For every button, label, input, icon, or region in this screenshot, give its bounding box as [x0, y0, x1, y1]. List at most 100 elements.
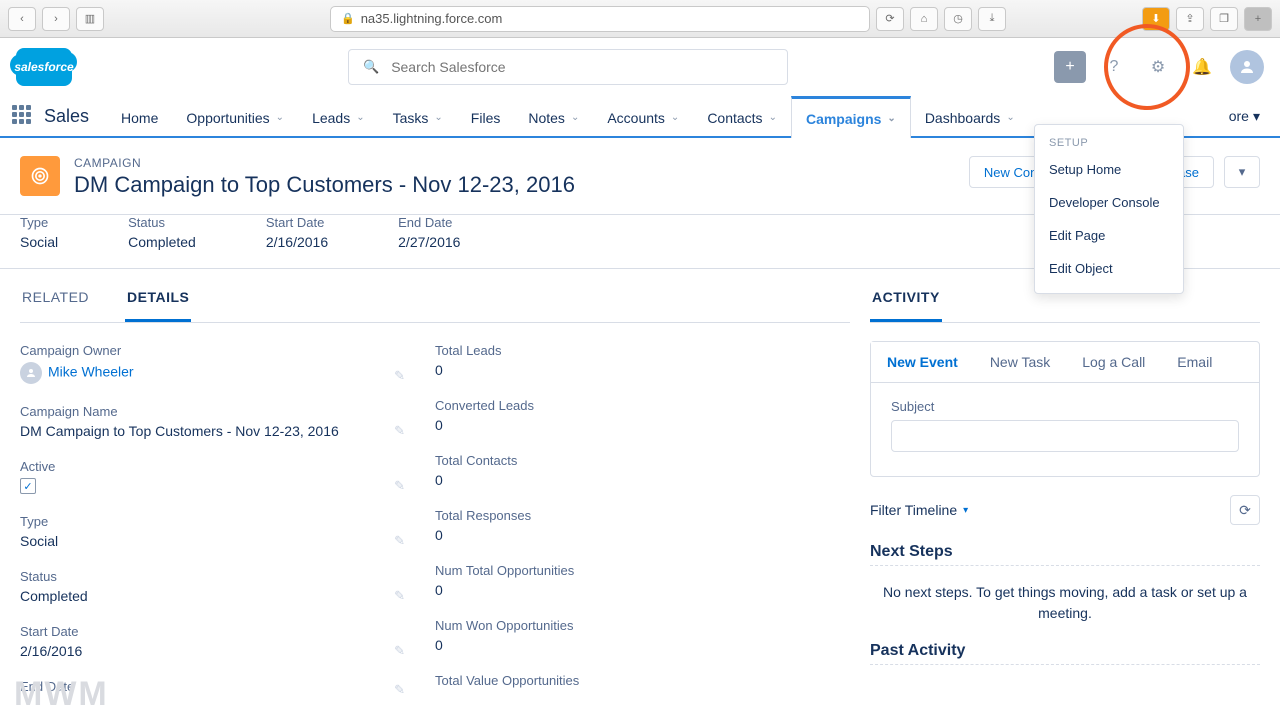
nav-tab-contacts[interactable]: Contacts⌄ [693, 96, 791, 136]
edit-icon[interactable]: ✎ [388, 368, 411, 384]
lock-icon: 🔒 [341, 12, 355, 25]
campaign-icon [20, 156, 60, 196]
nav-tab-files[interactable]: Files [457, 96, 515, 136]
subject-label: Subject [891, 399, 1239, 414]
edit-icon[interactable]: ✎ [388, 588, 411, 604]
address-bar[interactable]: 🔒 na35.lightning.force.com [330, 6, 870, 32]
salesforce-logo[interactable]: salesforce [16, 48, 72, 86]
field-row: End Date✎ [20, 679, 411, 698]
field-row: Active✓✎ [20, 459, 411, 494]
composer-tab-email[interactable]: Email [1161, 342, 1228, 382]
setup-menu-item[interactable]: Setup Home [1035, 153, 1183, 186]
filter-timeline[interactable]: Filter Timeline [870, 502, 957, 518]
composer-tab-new-event[interactable]: New Event [871, 342, 974, 382]
app-launcher-icon[interactable] [12, 105, 34, 127]
nav-tab-opportunities[interactable]: Opportunities⌄ [172, 96, 298, 136]
page-title: DM Campaign to Top Customers - Nov 12-23… [74, 172, 575, 198]
nav-tab-dashboards[interactable]: Dashboards⌄ [911, 96, 1029, 136]
reload-button[interactable]: ⟳ [876, 7, 904, 31]
field-row: Campaign OwnerMike Wheeler✎ [20, 343, 411, 384]
stat: TypeSocial [20, 215, 58, 250]
setup-menu-item[interactable]: Edit Page [1035, 219, 1183, 252]
global-actions-button[interactable]: + [1054, 51, 1086, 83]
object-label: CAMPAIGN [74, 156, 575, 170]
field-row: Total Responses0 [435, 508, 826, 543]
edit-icon[interactable]: ✎ [388, 643, 411, 659]
browser-chrome: ‹ › ▥ 🔒 na35.lightning.force.com ⟳ ⌂ ◷ ⤓… [0, 0, 1280, 38]
field-row: Total Contacts0 [435, 453, 826, 488]
setup-menu: SETUP Setup HomeDeveloper ConsoleEdit Pa… [1034, 124, 1184, 294]
new-tab-button[interactable]: + [1244, 7, 1272, 31]
field-row: Num Total Opportunities0 [435, 563, 826, 598]
notifications-icon[interactable]: 🔔 [1186, 51, 1218, 83]
global-header: salesforce 🔍 + ? ⚙ 🔔 [0, 38, 1280, 96]
field-row: Num Won Opportunities0 [435, 618, 826, 653]
more-actions-button[interactable]: ▾ [1224, 156, 1260, 188]
field-row: Start Date2/16/2016✎ [20, 624, 411, 659]
url-text: na35.lightning.force.com [361, 11, 503, 26]
nav-tab-accounts[interactable]: Accounts⌄ [593, 96, 693, 136]
tab-related[interactable]: RELATED [20, 275, 91, 322]
stat: End Date2/27/2016 [398, 215, 460, 250]
tab-details[interactable]: DETAILS [125, 275, 191, 322]
chevron-down-icon: ▾ [963, 505, 968, 516]
record-tabs: RELATED DETAILS [20, 275, 850, 323]
setup-menu-item[interactable]: Developer Console [1035, 186, 1183, 219]
setup-gear-icon[interactable]: ⚙ [1142, 51, 1174, 83]
nav-tab-leads[interactable]: Leads⌄ [298, 96, 379, 136]
chevron-down-icon: ⌄ [1006, 112, 1014, 123]
setup-menu-heading: SETUP [1035, 133, 1183, 153]
chevron-down-icon: ▾ [1253, 108, 1260, 125]
chevron-down-icon: ⌄ [276, 112, 284, 123]
sidebar-toggle[interactable]: ▥ [76, 7, 104, 31]
setup-menu-item[interactable]: Edit Object [1035, 252, 1183, 285]
chevron-down-icon: ⌄ [356, 112, 364, 123]
next-steps-empty: No next steps. To get things moving, add… [870, 582, 1260, 624]
next-steps-heading: Next Steps [870, 543, 1260, 566]
edit-icon[interactable]: ✎ [388, 533, 411, 549]
field-row: Total Leads0 [435, 343, 826, 378]
chevron-down-icon: ⌄ [571, 112, 579, 123]
nav-tab-tasks[interactable]: Tasks⌄ [379, 96, 457, 136]
back-button[interactable]: ‹ [8, 7, 36, 31]
chevron-down-icon: ⌄ [887, 113, 895, 124]
field-row: Converted Leads0 [435, 398, 826, 433]
chevron-down-icon: ⌄ [769, 112, 777, 123]
field-row: StatusCompleted✎ [20, 569, 411, 604]
nav-more[interactable]: ore▾ [1221, 108, 1268, 125]
search-input[interactable] [391, 59, 773, 75]
composer-tab-new-task[interactable]: New Task [974, 342, 1066, 382]
past-activity-heading: Past Activity [870, 642, 1260, 665]
share-button[interactable]: ⇪ [1176, 7, 1204, 31]
home-button[interactable]: ⌂ [910, 7, 938, 31]
edit-icon[interactable]: ✎ [388, 682, 411, 698]
edit-icon[interactable]: ✎ [388, 423, 411, 439]
downloads-button[interactable]: ⤓ [978, 7, 1006, 31]
edit-icon[interactable]: ✎ [388, 478, 411, 494]
field-row: Campaign NameDM Campaign to Top Customer… [20, 404, 411, 439]
forward-button[interactable]: › [42, 7, 70, 31]
global-search[interactable]: 🔍 [348, 49, 788, 85]
nav-tab-campaigns[interactable]: Campaigns⌄ [791, 96, 911, 138]
avatar[interactable] [1230, 50, 1264, 84]
composer-tab-log-a-call[interactable]: Log a Call [1066, 342, 1161, 382]
history-button[interactable]: ◷ [944, 7, 972, 31]
activity-composer: New EventNew TaskLog a CallEmail Subject [870, 341, 1260, 477]
field-row: TypeSocial✎ [20, 514, 411, 549]
nav-tab-home[interactable]: Home [107, 96, 172, 136]
chevron-down-icon: ⌄ [671, 112, 679, 123]
field-row: Total Value Opportunities [435, 673, 826, 692]
tab-activity[interactable]: ACTIVITY [870, 275, 942, 322]
chevron-down-icon: ⌄ [434, 112, 442, 123]
search-icon: 🔍 [363, 59, 379, 75]
checkbox-checked: ✓ [20, 478, 36, 494]
tabs-button[interactable]: ❐ [1210, 7, 1238, 31]
subject-input[interactable] [891, 420, 1239, 452]
app-name: Sales [44, 106, 89, 127]
stat: StatusCompleted [128, 215, 196, 250]
nav-tab-notes[interactable]: Notes⌄ [514, 96, 593, 136]
refresh-button[interactable]: ⟳ [1230, 495, 1260, 525]
updates-icon[interactable]: ⬇ [1142, 7, 1170, 31]
help-icon[interactable]: ? [1098, 51, 1130, 83]
stat: Start Date2/16/2016 [266, 215, 328, 250]
